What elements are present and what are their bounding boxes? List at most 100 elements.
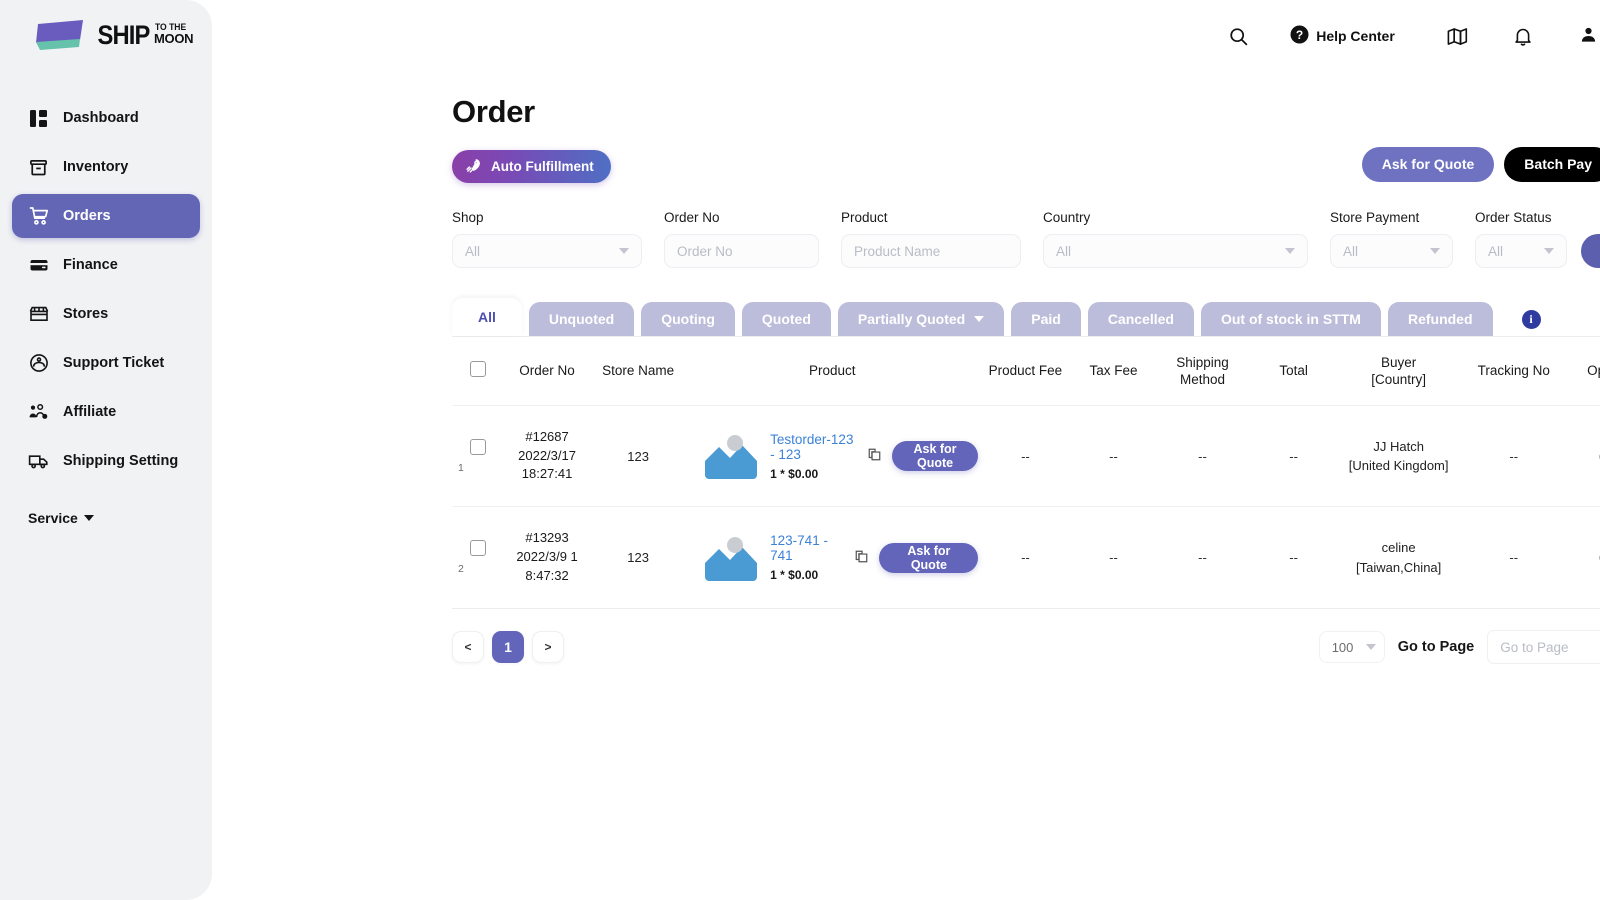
tab-paid[interactable]: Paid [1011, 302, 1081, 336]
chevron-down-icon [1285, 248, 1295, 254]
sidebar-item-label: Orders [63, 208, 111, 224]
logo-text-tothe: TO THE [155, 23, 192, 32]
column-header-line: Tax Fee [1072, 363, 1154, 380]
tab-quoting[interactable]: Quoting [641, 302, 735, 336]
sidebar-nav: Dashboard Inventory Orders Finance [0, 96, 212, 483]
tab-label: Out of stock in STTM [1221, 311, 1361, 327]
row-checkbox[interactable] [470, 439, 486, 455]
ask-for-quote-button[interactable]: Ask for Quote [1362, 147, 1495, 182]
filter-select-shop[interactable]: All [452, 234, 642, 268]
product-cell: 123-741 - 7411 * $0.00Ask for Quote [686, 507, 978, 608]
sidebar-item-orders[interactable]: Orders [12, 194, 200, 238]
user-menu[interactable]: Welcome：testSTTM [1580, 26, 1600, 46]
tab-all[interactable]: All [452, 298, 522, 336]
total-cell: -- [1251, 507, 1337, 608]
filter-select-order-status[interactable]: All [1475, 234, 1567, 268]
pagination-page-1[interactable]: 1 [492, 631, 524, 663]
sidebar-item-finance[interactable]: Finance [12, 243, 200, 287]
tab-label: Cancelled [1108, 311, 1174, 327]
tab-quoted[interactable]: Quoted [742, 302, 831, 336]
column-header-buyer: Buyer[Country] [1337, 337, 1461, 405]
page-size-select[interactable]: 100 [1319, 631, 1385, 663]
help-center-button[interactable]: ? Help Center [1290, 25, 1395, 47]
map-icon[interactable] [1447, 27, 1468, 46]
sidebar-item-shipping-setting[interactable]: Shipping Setting [12, 439, 200, 483]
chevron-down-icon [1366, 644, 1376, 650]
card-icon [28, 255, 49, 276]
pagination-prev-button[interactable]: < [452, 631, 484, 663]
row-checkbox[interactable] [470, 540, 486, 556]
sidebar-item-inventory[interactable]: Inventory [12, 145, 200, 189]
batch-pay-button[interactable]: Batch Pay [1504, 147, 1600, 182]
goto-page-input[interactable] [1487, 630, 1600, 664]
sidebar-service-dropdown[interactable]: Service [28, 510, 94, 526]
info-icon[interactable]: i [1522, 310, 1541, 329]
pagination-next-button[interactable]: > [532, 631, 564, 663]
select-all-checkbox[interactable] [470, 361, 486, 377]
tab-label: Refunded [1408, 311, 1473, 327]
filter-value: All [1056, 244, 1071, 259]
row-index: 1 [458, 462, 464, 474]
logo-flag-icon [36, 18, 88, 52]
tab-unquoted[interactable]: Unquoted [529, 302, 634, 336]
logo[interactable]: SHIP TO THE MOON [0, 0, 212, 52]
tab-refunded[interactable]: Refunded [1388, 302, 1493, 336]
orders-table: Order NoStore NameProductProduct FeeTax … [452, 337, 1600, 608]
column-header-tax-fee: Tax Fee [1072, 337, 1154, 405]
buyer-cell: JJ Hatch[United Kingdom] [1337, 405, 1461, 507]
tracking-no-cell: -- [1461, 405, 1567, 507]
copy-icon[interactable] [867, 447, 882, 465]
auto-fulfillment-button[interactable]: Auto Fulfillment [452, 150, 611, 183]
tab-label: Paid [1031, 311, 1061, 327]
product-name-link[interactable]: 123-741 - 741 [770, 533, 844, 563]
column-header-line: Store Name [590, 363, 686, 380]
tab-partially-quoted[interactable]: Partially Quoted [838, 302, 1004, 336]
table-row: 2#132932022/3/9 18:47:32123123-741 - 741… [452, 507, 1600, 608]
pagination-controls: < 1 > [452, 631, 564, 663]
sidebar-item-affiliate[interactable]: Affiliate [12, 390, 200, 434]
filter-select-store-payment[interactable]: All [1330, 234, 1453, 268]
tab-cancelled[interactable]: Cancelled [1088, 302, 1194, 336]
product-image-placeholder-icon [702, 533, 760, 583]
order-id: #13293 [504, 529, 590, 548]
bell-icon[interactable] [1514, 27, 1532, 46]
orders-table-body: 1#126872022/3/1718:27:41123Testorder-123… [452, 405, 1600, 608]
column-header-line: Product Fee [978, 363, 1072, 380]
product-fee-cell: -- [978, 405, 1072, 507]
column-header-line: Order No [504, 363, 590, 380]
search-icon[interactable] [1229, 27, 1248, 46]
filter-group-shop: ShopAll [452, 210, 642, 268]
filter-input-product[interactable] [841, 234, 1021, 268]
sidebar: SHIP TO THE MOON Dashboard Inventory [0, 0, 212, 900]
sidebar-item-support-ticket[interactable]: Support Ticket [12, 341, 200, 385]
copy-icon[interactable] [854, 549, 869, 567]
filter-input[interactable] [677, 244, 806, 259]
row-ask-for-quote-button[interactable]: Ask for Quote [879, 543, 978, 573]
page-title: Order [452, 94, 1600, 130]
filter-input-order-no[interactable] [664, 234, 819, 268]
sidebar-item-stores[interactable]: Stores [12, 292, 200, 336]
column-header-total: Total [1251, 337, 1337, 405]
filter-value: All [1488, 244, 1503, 259]
chevron-down-icon [1430, 248, 1440, 254]
column-header-line: [Country] [1337, 372, 1461, 389]
tab-out-of-stock-in-sttm[interactable]: Out of stock in STTM [1201, 302, 1381, 336]
sidebar-item-dashboard[interactable]: Dashboard [12, 96, 200, 140]
top-bar: ? Help Center Welcome：testSTTM [212, 0, 1600, 72]
row-ask-for-quote-button[interactable]: Ask for Quote [892, 441, 979, 471]
search-button[interactable]: Search [1581, 234, 1600, 268]
filter-select-country[interactable]: All [1043, 234, 1308, 268]
product-name-link[interactable]: Testorder-123 - 123 [770, 432, 857, 462]
column-header-line: Buyer [1337, 355, 1461, 372]
buyer-name: celine [1337, 538, 1461, 558]
sidebar-item-label: Affiliate [63, 404, 116, 420]
column-header-line: Product [686, 363, 978, 380]
filter-label: Product [841, 210, 1021, 225]
filter-input[interactable] [854, 244, 1008, 259]
product-cell: Testorder-123 - 123 1 * $0.00 Ask for Quot… [686, 405, 978, 507]
tab-label: Quoted [762, 311, 811, 327]
product-qty: 1 * $0.00 [770, 467, 857, 481]
chevron-down-icon [84, 515, 94, 521]
sidebar-service-label: Service [28, 510, 78, 526]
sidebar-item-label: Finance [63, 257, 118, 273]
